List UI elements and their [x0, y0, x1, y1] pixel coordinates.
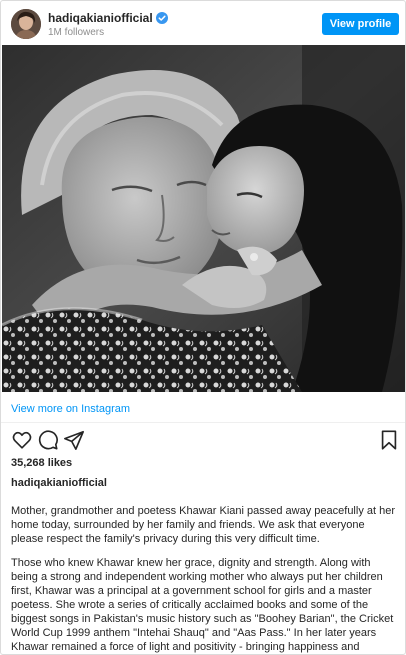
view-profile-button[interactable]: View profile [322, 13, 399, 35]
like-count[interactable]: 35,268 likes [11, 457, 72, 469]
heart-icon[interactable] [11, 429, 33, 451]
view-more-link[interactable]: View more on Instagram [11, 403, 130, 415]
action-bar [1, 429, 405, 453]
username-text[interactable]: hadiqakianiofficial [48, 11, 153, 25]
verified-badge-icon [155, 12, 168, 24]
instagram-embed-card: hadiqakianiofficial 1M followers View pr… [0, 0, 406, 655]
share-icon[interactable] [63, 429, 85, 451]
post-header: hadiqakianiofficial 1M followers View pr… [1, 1, 405, 45]
avatar[interactable] [11, 9, 41, 39]
bookmark-icon[interactable] [378, 429, 400, 451]
header-username[interactable]: hadiqakianiofficial [48, 11, 168, 25]
post-photo[interactable] [2, 45, 405, 392]
follower-count: 1M followers [48, 27, 105, 38]
divider [1, 422, 405, 423]
caption-paragraph-2: Those who knew Khawar knew her grace, di… [11, 557, 394, 653]
comment-icon[interactable] [37, 429, 59, 451]
caption-username[interactable]: hadiqakianiofficial [11, 477, 107, 489]
caption-paragraph-1: Mother, grandmother and poetess Khawar K… [11, 505, 396, 545]
